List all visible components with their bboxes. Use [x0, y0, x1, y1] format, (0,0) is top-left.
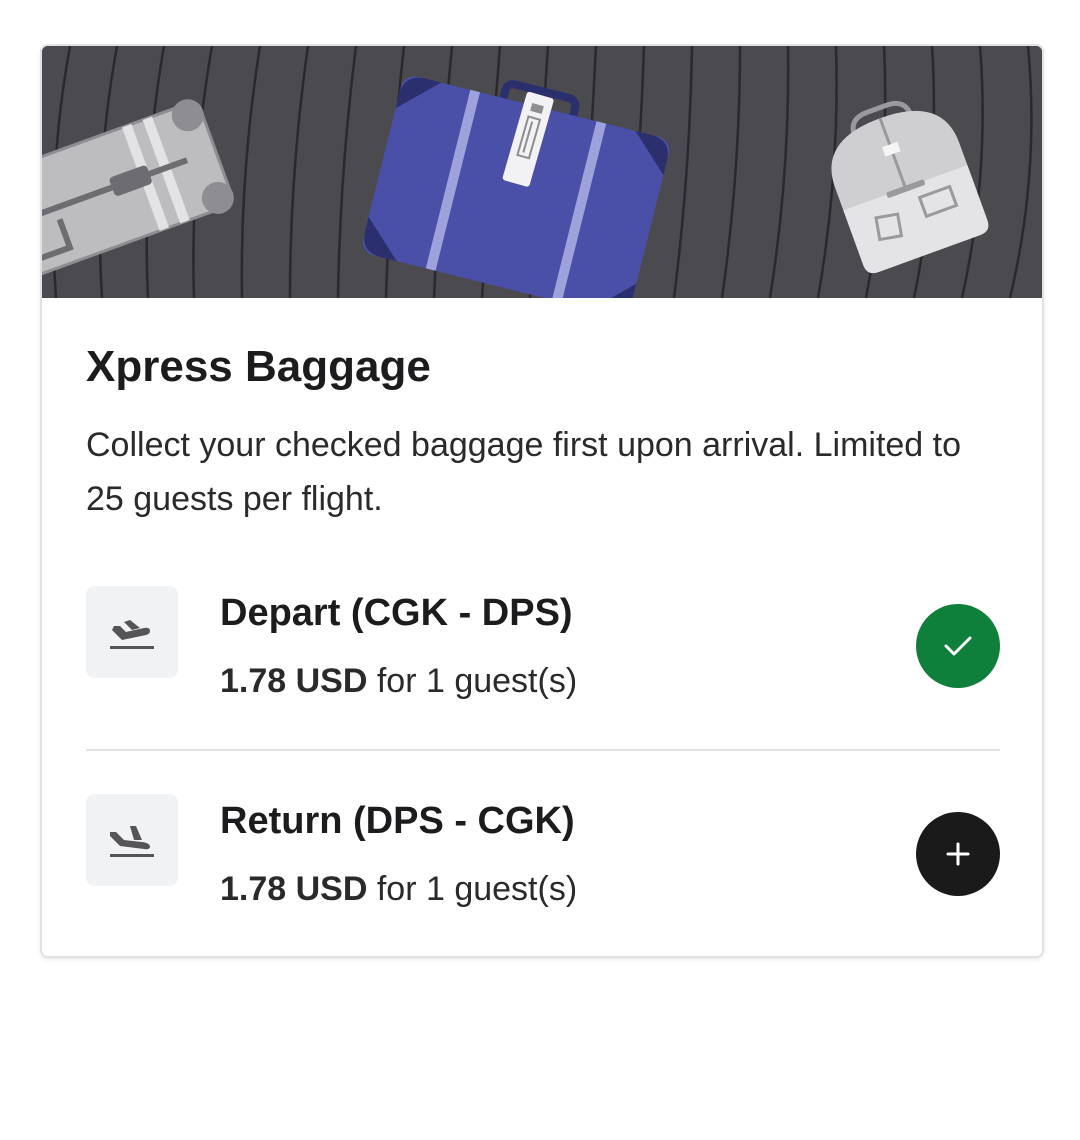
checkmark-icon [944, 636, 972, 656]
xpress-baggage-card: Xpress Baggage Collect your checked bagg… [40, 44, 1044, 958]
depart-selected-button[interactable] [916, 604, 1000, 688]
baggage-carousel-banner [42, 46, 1042, 298]
flight-row-return: Return (DPS - CGK) 1.78 USD for 1 guest(… [86, 794, 1000, 914]
baggage-illustration [42, 46, 1042, 298]
flight-price: 1.78 USD for 1 guest(s) [220, 662, 577, 701]
flight-row-depart: Depart (CGK - DPS) 1.78 USD for 1 guest(… [86, 586, 1000, 706]
row-divider [86, 749, 1000, 751]
plane-takeoff-icon [86, 586, 178, 678]
plus-icon [946, 842, 970, 866]
flight-price: 1.78 USD for 1 guest(s) [220, 870, 577, 909]
price-suffix: for 1 guest(s) [367, 870, 578, 908]
card-description: Collect your checked baggage first upon … [86, 426, 962, 518]
price-amount: 1.78 USD [220, 662, 368, 700]
flight-title: Depart (CGK - DPS) [220, 592, 573, 634]
price-suffix: for 1 guest(s) [367, 662, 578, 700]
flight-title: Return (DPS - CGK) [220, 800, 575, 842]
return-add-button[interactable] [916, 812, 1000, 896]
card-title: Xpress Baggage [86, 342, 431, 391]
price-amount: 1.78 USD [220, 870, 368, 908]
plane-landing-icon [86, 794, 178, 886]
